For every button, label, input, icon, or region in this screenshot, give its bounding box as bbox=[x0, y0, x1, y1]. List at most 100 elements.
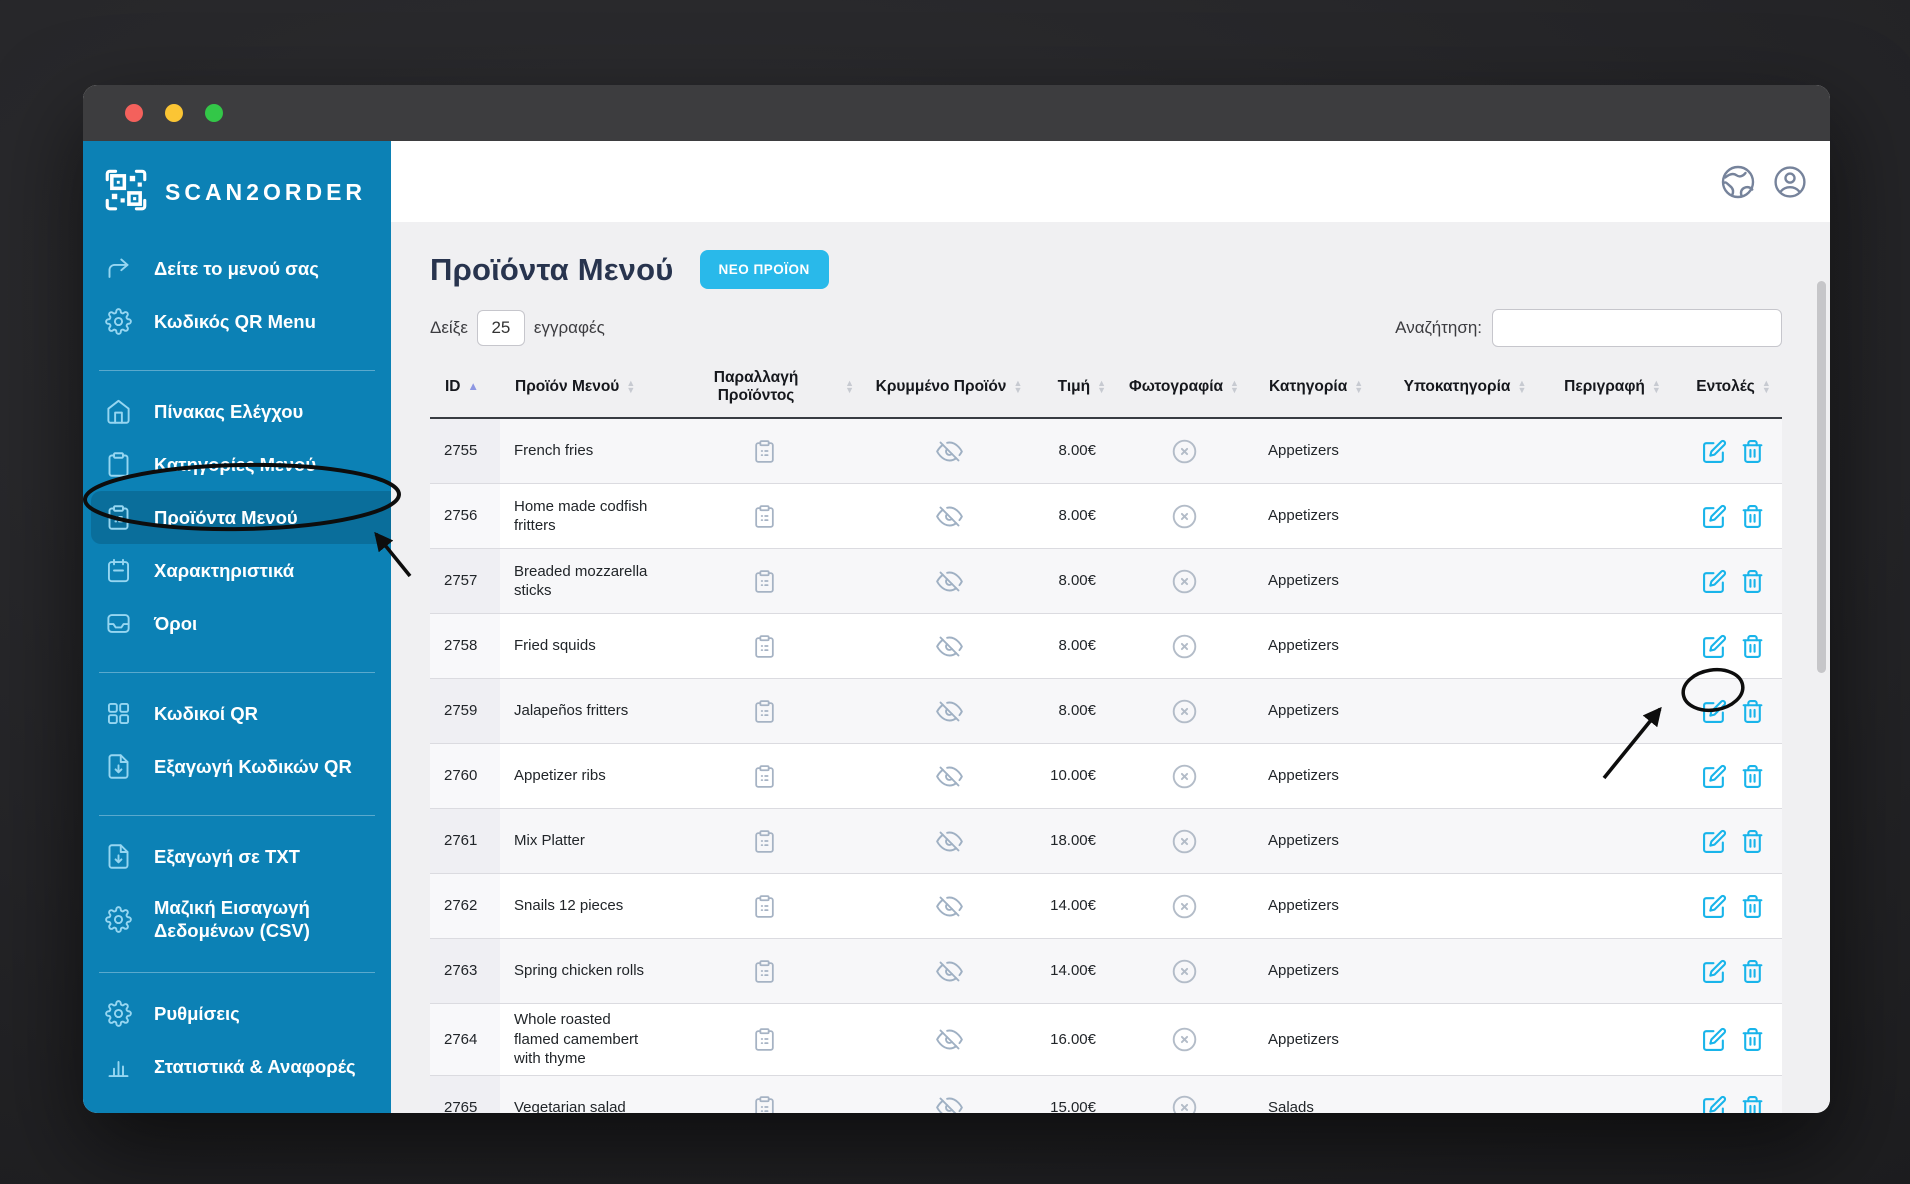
edit-button[interactable] bbox=[1702, 699, 1727, 724]
edit-button[interactable] bbox=[1702, 569, 1727, 594]
x-circle-icon[interactable] bbox=[1171, 503, 1198, 530]
eye-off-icon[interactable] bbox=[935, 503, 963, 530]
edit-button[interactable] bbox=[1702, 1027, 1727, 1052]
delete-button[interactable] bbox=[1740, 764, 1765, 789]
sidebar-item-export-qr-codes[interactable]: Εξαγωγή Κωδικών QR bbox=[83, 740, 391, 793]
sort-indicator: ▲ ▼ bbox=[1651, 377, 1661, 395]
delete-button[interactable] bbox=[1740, 439, 1765, 464]
eye-off-icon[interactable] bbox=[935, 568, 963, 595]
sidebar-item-features[interactable]: Χαρακτηριστικά bbox=[83, 544, 391, 597]
clipboard-list-icon[interactable] bbox=[752, 764, 777, 789]
x-circle-icon[interactable] bbox=[1171, 568, 1198, 595]
column-header-price[interactable]: Τιμή ▲ ▼ bbox=[1036, 359, 1114, 419]
eye-off-icon[interactable] bbox=[935, 1094, 963, 1113]
clipboard-list-icon[interactable] bbox=[752, 569, 777, 594]
sidebar-item-export-txt[interactable]: Εξαγωγή σε TXT bbox=[83, 830, 391, 883]
column-header-category[interactable]: Κατηγορία ▲ ▼ bbox=[1254, 359, 1390, 419]
clipboard-list-icon[interactable] bbox=[752, 959, 777, 984]
eye-off-icon[interactable] bbox=[935, 828, 963, 855]
sidebar-item-view-menu[interactable]: Δείτε το μενού σας bbox=[83, 242, 391, 295]
eye-off-icon[interactable] bbox=[935, 1026, 963, 1053]
sidebar-item-bulk-import-csv[interactable]: Μαζική Εισαγωγή Δεδομένων (CSV) bbox=[83, 883, 391, 955]
edit-button[interactable] bbox=[1702, 1095, 1727, 1113]
subcategory-cell bbox=[1390, 1003, 1540, 1076]
column-header-description[interactable]: Περιγραφή ▲ ▼ bbox=[1540, 359, 1685, 419]
delete-button[interactable] bbox=[1740, 634, 1765, 659]
clipboard-list-icon[interactable] bbox=[752, 1027, 777, 1052]
column-header-name[interactable]: Προϊόν Μενού ▲ ▼ bbox=[500, 359, 666, 419]
clipboard-list-icon[interactable] bbox=[752, 894, 777, 919]
edit-button[interactable] bbox=[1702, 634, 1727, 659]
close-window-button[interactable] bbox=[125, 104, 143, 122]
delete-button[interactable] bbox=[1740, 699, 1765, 724]
delete-button[interactable] bbox=[1740, 1095, 1765, 1113]
sidebar-item-menu-categories[interactable]: Κατηγορίες Μενού bbox=[83, 438, 391, 491]
sidebar-item-dashboard[interactable]: Πίνακας Ελέγχου bbox=[83, 385, 391, 438]
column-label: ID bbox=[445, 378, 461, 395]
delete-button[interactable] bbox=[1740, 1027, 1765, 1052]
edit-button[interactable] bbox=[1702, 504, 1727, 529]
clipboard-list-icon[interactable] bbox=[752, 634, 777, 659]
column-header-actions[interactable]: Εντολές ▲ ▼ bbox=[1685, 359, 1782, 419]
eye-off-icon[interactable] bbox=[935, 633, 963, 660]
sidebar-item-qr-codes[interactable]: Κωδικοί QR bbox=[83, 687, 391, 740]
column-header-variation[interactable]: Παραλλαγή Προϊόντος ▲ ▼ bbox=[666, 359, 862, 419]
clipboard-list-icon[interactable] bbox=[752, 504, 777, 529]
hidden-product-cell bbox=[862, 808, 1036, 874]
x-circle-icon[interactable] bbox=[1171, 893, 1198, 920]
eye-off-icon[interactable] bbox=[935, 698, 963, 725]
clipboard-list-icon[interactable] bbox=[752, 829, 777, 854]
sidebar-item-terms[interactable]: Όροι bbox=[83, 597, 391, 650]
x-circle-icon[interactable] bbox=[1171, 698, 1198, 725]
column-header-id[interactable]: ID ▲ bbox=[430, 359, 500, 419]
language-globe-icon[interactable] bbox=[1720, 164, 1756, 200]
sidebar-item-settings[interactable]: Ρυθμίσεις bbox=[83, 987, 391, 1040]
eye-off-icon[interactable] bbox=[935, 438, 963, 465]
x-circle-icon[interactable] bbox=[1171, 438, 1198, 465]
hidden-product-cell bbox=[862, 1075, 1036, 1113]
hidden-product-cell bbox=[862, 873, 1036, 939]
sidebar-item-label: Πίνακας Ελέγχου bbox=[154, 400, 304, 422]
delete-button[interactable] bbox=[1740, 959, 1765, 984]
clipboard-list-icon[interactable] bbox=[752, 439, 777, 464]
x-circle-icon[interactable] bbox=[1171, 1026, 1198, 1053]
clipboard-list-icon[interactable] bbox=[752, 1095, 777, 1113]
table-row-2758: 2758 Fried squids 8.00€ Appetizers bbox=[430, 613, 1782, 679]
maximize-window-button[interactable] bbox=[205, 104, 223, 122]
clipboard-list-icon[interactable] bbox=[752, 699, 777, 724]
vertical-scrollbar[interactable] bbox=[1817, 281, 1826, 673]
delete-button[interactable] bbox=[1740, 504, 1765, 529]
x-circle-icon[interactable] bbox=[1171, 763, 1198, 790]
delete-button[interactable] bbox=[1740, 569, 1765, 594]
calendar-icon bbox=[105, 557, 132, 584]
edit-button[interactable] bbox=[1702, 894, 1727, 919]
delete-button[interactable] bbox=[1740, 829, 1765, 854]
sidebar-item-menu-products[interactable]: Προϊόντα Μενού bbox=[91, 491, 391, 544]
column-header-photo[interactable]: Φωτογραφία ▲ ▼ bbox=[1114, 359, 1254, 419]
new-product-button[interactable]: ΝΕΟ ΠΡΟΪΟΝ bbox=[699, 250, 829, 289]
column-header-hidden[interactable]: Κρυμμένο Προϊόν ▲ ▼ bbox=[862, 359, 1036, 419]
sidebar-item-qr-menu-code[interactable]: Κωδικός QR Menu bbox=[83, 295, 391, 348]
x-circle-icon[interactable] bbox=[1171, 1094, 1198, 1113]
edit-button[interactable] bbox=[1702, 439, 1727, 464]
minimize-window-button[interactable] bbox=[165, 104, 183, 122]
hidden-product-cell bbox=[862, 548, 1036, 614]
x-circle-icon[interactable] bbox=[1171, 958, 1198, 985]
column-header-subcategory[interactable]: Υποκατηγορία ▲ ▼ bbox=[1390, 359, 1540, 419]
eye-off-icon[interactable] bbox=[935, 958, 963, 985]
edit-button[interactable] bbox=[1702, 959, 1727, 984]
table-row-2765: 2765 Vegetarian salad 15.00€ Salads bbox=[430, 1075, 1782, 1113]
x-circle-icon[interactable] bbox=[1171, 828, 1198, 855]
eye-off-icon[interactable] bbox=[935, 763, 963, 790]
edit-button[interactable] bbox=[1702, 764, 1727, 789]
sidebar-item-statistics[interactable]: Στατιστικά & Αναφορές bbox=[83, 1040, 391, 1093]
sort-indicator: ▲ ▼ bbox=[1517, 377, 1527, 395]
search-input[interactable] bbox=[1492, 309, 1782, 347]
edit-button[interactable] bbox=[1702, 829, 1727, 854]
delete-button[interactable] bbox=[1740, 894, 1765, 919]
page-length-input[interactable] bbox=[476, 310, 525, 346]
sidebar-group: Πίνακας Ελέγχου Κατηγορίες Μενού Προϊόντα … bbox=[83, 358, 391, 650]
eye-off-icon[interactable] bbox=[935, 893, 963, 920]
x-circle-icon[interactable] bbox=[1171, 633, 1198, 660]
account-user-circle-icon[interactable] bbox=[1772, 164, 1808, 200]
